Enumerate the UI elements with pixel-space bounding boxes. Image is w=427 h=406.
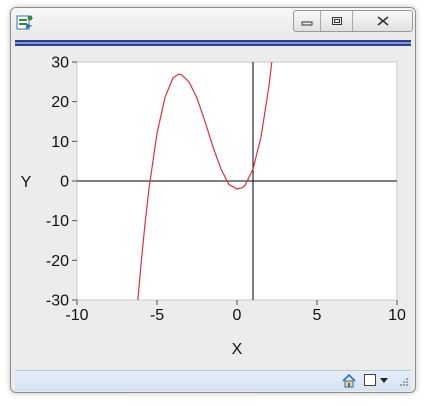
dropdown-arrow-icon[interactable] xyxy=(379,374,389,386)
x-tick-label: 0 xyxy=(233,307,242,324)
y-tick-label: 10 xyxy=(51,134,69,151)
minimize-button[interactable] xyxy=(294,11,320,31)
window-controls xyxy=(293,10,413,32)
x-tick-label: 5 xyxy=(313,307,322,324)
close-icon xyxy=(377,16,388,26)
y-tick-label: 30 xyxy=(51,55,69,72)
status-bar xyxy=(15,370,411,391)
chart-app-icon xyxy=(16,15,33,30)
x-tick-label: -5 xyxy=(150,307,164,324)
square-icon[interactable] xyxy=(364,374,376,386)
y-tick-label: 20 xyxy=(51,94,69,111)
app-window: -10 -5 0 5 10 -30 -20 -10 0 10 20 30 X Y xyxy=(10,7,416,393)
y-tick-label: -20 xyxy=(46,253,69,270)
x-tick-label: -10 xyxy=(65,307,88,324)
line-chart[interactable]: -10 -5 0 5 10 -30 -20 -10 0 10 20 30 X Y xyxy=(15,48,411,368)
title-rule xyxy=(15,40,411,46)
chart-panel: -10 -5 0 5 10 -30 -20 -10 0 10 20 30 X Y xyxy=(15,48,411,368)
x-tick-label: 10 xyxy=(388,307,406,324)
maximize-icon xyxy=(331,17,342,25)
resize-grip-icon[interactable] xyxy=(399,377,409,387)
x-axis-label: X xyxy=(232,341,243,358)
minimize-icon xyxy=(301,21,313,26)
maximize-button[interactable] xyxy=(320,11,352,31)
y-tick-label: 0 xyxy=(60,174,69,191)
y-tick-label: -30 xyxy=(46,293,69,310)
close-button[interactable] xyxy=(352,11,412,31)
title-bar[interactable] xyxy=(11,8,415,38)
y-tick-label: -10 xyxy=(46,213,69,230)
y-axis-label: Y xyxy=(21,174,32,191)
home-icon[interactable] xyxy=(341,373,357,389)
